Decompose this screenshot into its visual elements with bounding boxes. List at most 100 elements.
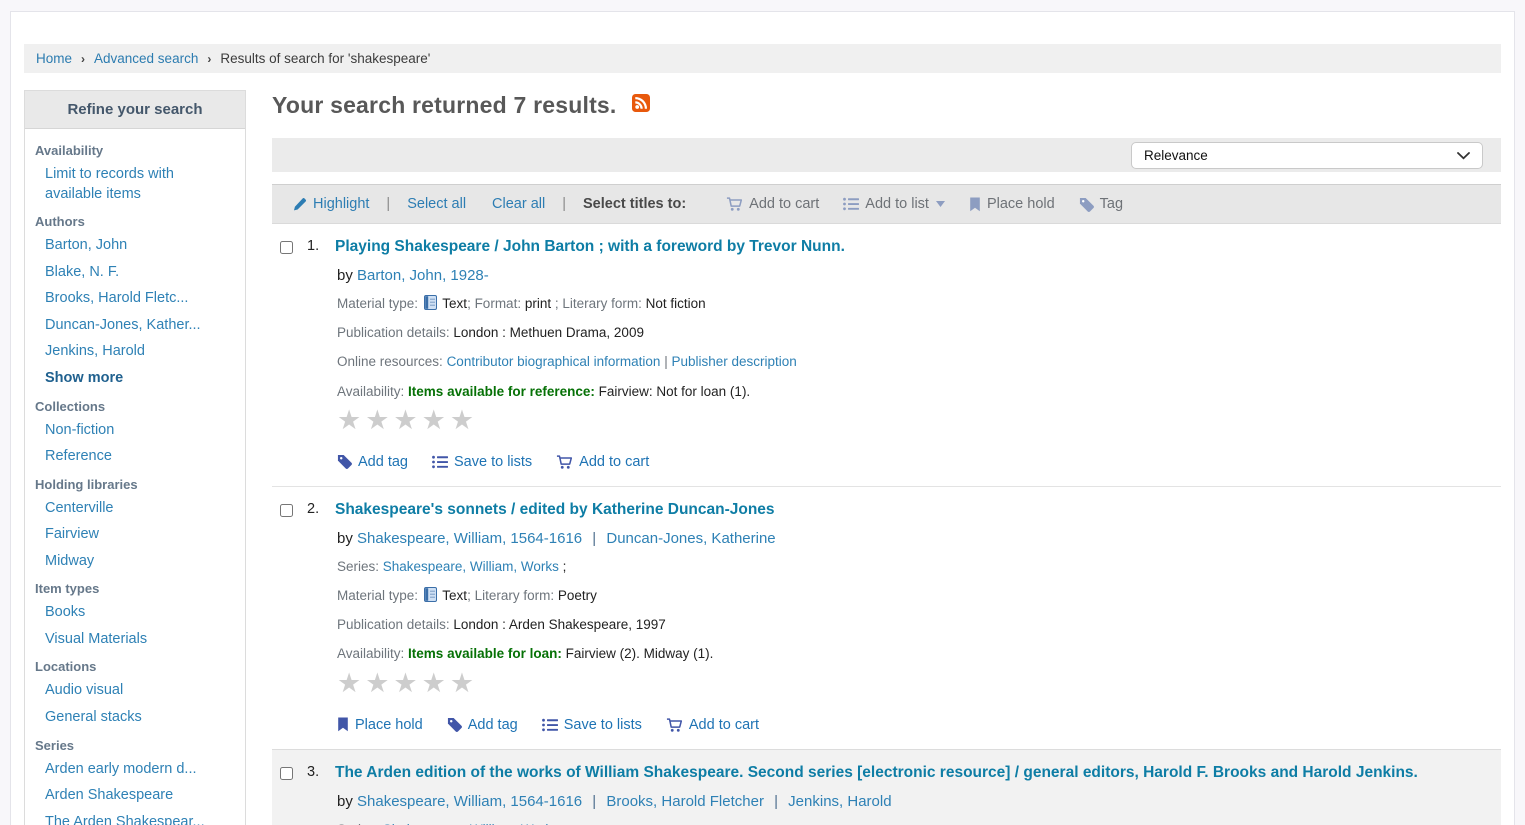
facet-link[interactable]: Non-fiction [45,421,235,441]
result-detail-text: Fairview (2). Midway (1). [566,646,714,661]
save-to-lists-button[interactable]: Save to lists [542,717,642,733]
breadcrumb-separator: › [207,52,211,66]
author-link[interactable]: Duncan-Jones, Katherine [606,530,775,547]
result-title-link[interactable]: Playing Shakespeare / John Barton ; with… [335,237,845,258]
toolbar-add-to-cart-button[interactable]: Add to cart [726,196,819,212]
facet-link[interactable]: Duncan-Jones, Kather... [45,316,235,336]
result-actions: Add tag Save to lists Add to cart [337,454,1487,470]
result-detail-link[interactable]: Shakespeare, William, Works [383,822,559,825]
facet-link[interactable]: Arden Shakespeare [45,786,235,806]
place-hold-button[interactable]: Place hold [337,717,423,733]
breadcrumb-link[interactable]: Advanced search [94,51,198,66]
result-row: 1. Playing Shakespeare / John Barton ; wi… [272,224,1501,486]
facet-heading: Series [35,738,235,753]
list-icon [843,197,859,211]
action-label: Add tag [358,454,408,470]
facet-link[interactable]: Limit to records with available items [45,165,235,204]
facet-link[interactable]: Reference [45,447,235,467]
result-detail-text: ; [559,559,567,574]
cart-icon [726,196,743,212]
facet-link[interactable]: Arden early modern d... [45,760,235,780]
results-list: 1. Playing Shakespeare / John Barton ; wi… [272,224,1501,825]
facet-link[interactable]: Books [45,603,235,623]
result-body: by Barton, John, 1928- Material type: Tex… [337,267,1487,470]
result-row: 2.Shakespeare's sonnets / edited by Kath… [272,486,1501,749]
author-link[interactable]: Shakespeare, William, 1564-1616 [357,793,582,810]
save-to-lists-button[interactable]: Save to lists [432,454,532,470]
facet-link[interactable]: Audio visual [45,681,235,701]
result-detail-link[interactable]: Shakespeare, William, Works [383,559,559,574]
result-detail-link[interactable]: Contributor biographical information [447,354,661,369]
facet-link[interactable]: Barton, John [45,236,235,256]
result-checkbox[interactable] [280,241,293,254]
result-meta-line: Material type: Text; Literary form: Poet… [337,587,1487,605]
result-number: 1. [307,238,325,254]
result-meta-line: Material type: Text; Format: print ; Lit… [337,295,1487,313]
breadcrumb-current: Results of search for 'shakespeare' [220,51,430,66]
action-label: Place hold [355,717,423,733]
highlight-button[interactable]: Highlight [292,196,369,212]
rating-stars: ★★★★★ [337,670,1487,697]
result-detail-text: Publication details: [337,617,453,632]
result-detail-text: ; [559,822,567,825]
result-actions: Place hold Add tag Save to lists Add to car… [337,717,1487,733]
result-detail-text: Items available for reference: [408,384,599,399]
add-to-cart-button[interactable]: Add to cart [666,717,759,733]
facet-link[interactable]: Jenkins, Harold [45,342,235,362]
facet-link[interactable]: Centerville [45,499,235,519]
sort-by-select[interactable]: Relevance [1131,142,1483,169]
page-card: Home›Advanced search›Results of search f… [10,11,1515,825]
chevron-down-icon [1457,148,1470,163]
facet-link[interactable]: Fairview [45,525,235,545]
list-icon [432,455,448,469]
selection-toolbar: Highlight | Select all Clear all | Selec… [272,184,1501,224]
add-tag-button[interactable]: Add tag [337,454,408,470]
tag-icon [447,717,462,732]
facet-heading: Locations [35,659,235,674]
toolbar-place-hold-button[interactable]: Place hold [969,196,1055,212]
result-by-line: by Barton, John, 1928- [337,267,1487,284]
result-detail-link[interactable]: Publisher description [671,354,796,369]
pencil-icon [292,197,307,212]
by-label: by [337,267,357,284]
author-link[interactable]: Barton, John, 1928- [357,267,489,284]
list-icon [542,718,558,732]
result-checkbox[interactable] [280,767,293,780]
add-to-cart-button[interactable]: Add to cart [556,454,649,470]
facet-link[interactable]: Visual Materials [45,630,235,650]
facet-heading: Holding libraries [35,477,235,492]
author-link[interactable]: Jenkins, Harold [788,793,891,810]
result-detail-text: Online resources: [337,354,447,369]
result-detail-text: ; Format: [467,296,525,311]
facet-link[interactable]: Blake, N. F. [45,263,235,283]
result-title-link[interactable]: The Arden edition of the works of Willia… [335,763,1418,784]
result-title-link[interactable]: Shakespeare's sonnets / edited by Kather… [335,500,775,521]
result-detail-text: Series: [337,822,383,825]
breadcrumb-link[interactable]: Home [36,51,72,66]
clear-all-button[interactable]: Clear all [492,196,545,212]
facet-link[interactable]: Brooks, Harold Fletc... [45,289,235,309]
author-link[interactable]: Shakespeare, William, 1564-1616 [357,530,582,547]
author-separator: | [588,793,600,810]
facet-link[interactable]: Midway [45,552,235,572]
toolbar-tag-button[interactable]: Tag [1079,196,1123,212]
tag-icon [1079,197,1094,212]
result-by-line: by Shakespeare, William, 1564-1616 | Dun… [337,530,1487,547]
result-detail-text: Poetry [558,588,597,603]
rss-feed-button[interactable] [632,94,650,117]
result-checkbox[interactable] [280,504,293,517]
result-detail-text: Publication details: [337,325,453,340]
results-count-heading: Your search returned 7 results. [272,92,617,119]
add-tag-button[interactable]: Add tag [447,717,518,733]
result-detail-text: Not fiction [646,296,706,311]
result-body: by Shakespeare, William, 1564-1616 | Bro… [337,793,1487,825]
author-link[interactable]: Brooks, Harold Fletcher [606,793,764,810]
facet-link[interactable]: Show more [45,369,235,389]
toolbar-add-to-list-button[interactable]: Add to list [843,196,945,212]
book-icon [424,295,437,310]
facet-link[interactable]: The Arden Shakespear... [45,813,235,825]
facet-link[interactable]: General stacks [45,708,235,728]
refine-search-sidebar: Refine your search AvailabilityLimit to … [24,90,246,825]
select-all-button[interactable]: Select all [407,196,466,212]
result-detail-text: Material type: [337,588,422,603]
